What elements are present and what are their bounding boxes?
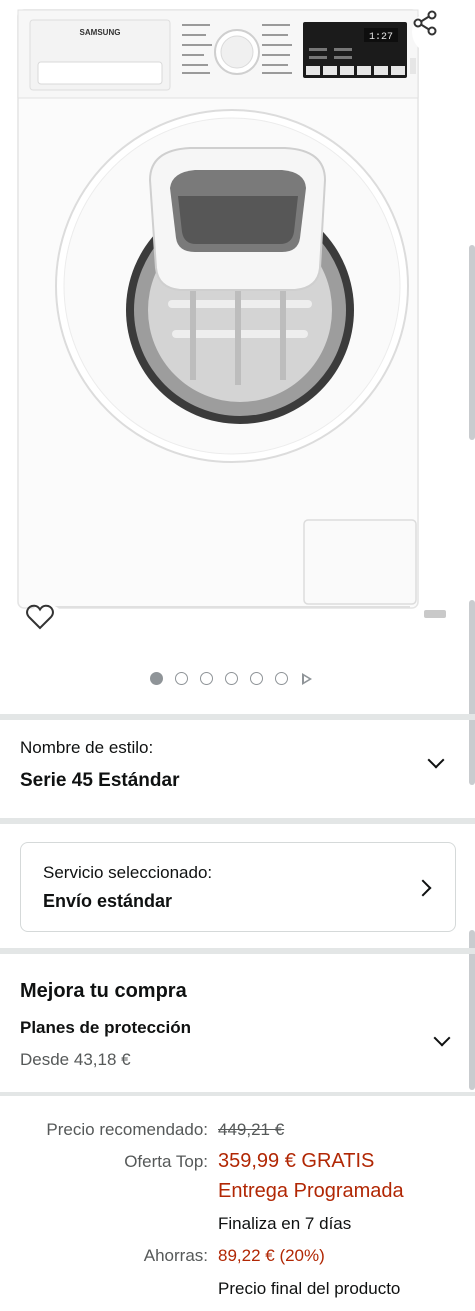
protection-plans-row[interactable]: Planes de protección Desde 43,18 € [20, 1018, 460, 1078]
scroll-indicator [469, 600, 475, 785]
selected-service-card[interactable]: Servicio seleccionado: Envío estándar [20, 842, 456, 932]
svg-text:1:27: 1:27 [369, 32, 393, 43]
video-play-icon[interactable] [302, 672, 312, 685]
style-label: Nombre de estilo: [20, 738, 154, 757]
savings-value: 89,22 € (20%) [218, 1246, 325, 1265]
chevron-right-icon [414, 879, 432, 897]
style-value: Serie 45 Estándar [20, 770, 180, 791]
svg-text:SAMSUNG: SAMSUNG [80, 28, 121, 37]
service-value: Envío estándar [43, 891, 173, 911]
scroll-indicator [469, 930, 475, 1090]
section-divider [0, 948, 475, 954]
service-label: Servicio seleccionado: [43, 863, 213, 882]
washing-machine-image: SAMSUNG 1:27 [17, 9, 446, 618]
wishlist-button[interactable] [26, 604, 66, 644]
product-image-carousel[interactable]: SAMSUNG 1:27 [0, 0, 475, 705]
carousel-dot[interactable] [175, 672, 188, 685]
protection-plans-title: Planes de protección [20, 1018, 191, 1037]
section-divider [0, 714, 475, 720]
savings-label: Ahorras: [143, 1246, 208, 1265]
section-divider [0, 1092, 475, 1096]
carousel-indicator [150, 672, 312, 685]
carousel-dot[interactable] [275, 672, 288, 685]
upgrade-heading: Mejora tu compra [20, 980, 187, 1002]
section-divider [0, 818, 475, 824]
style-selector[interactable]: Nombre de estilo: Serie 45 Estándar [20, 738, 460, 800]
offer-ends: Finaliza en 7 días [218, 1214, 352, 1233]
share-button[interactable] [412, 10, 456, 54]
upgrade-section: Mejora tu compra [20, 980, 460, 1003]
final-price-note: Precio final del producto [218, 1279, 401, 1298]
carousel-dot[interactable] [150, 672, 163, 685]
carousel-dot[interactable] [250, 672, 263, 685]
carousel-dot[interactable] [200, 672, 213, 685]
protection-plans-price: Desde 43,18 € [20, 1050, 131, 1069]
recommended-price-value: 449,21 € [218, 1120, 285, 1139]
share-icon [413, 10, 437, 36]
recommended-price-label: Precio recomendado: [46, 1120, 208, 1139]
heart-icon [26, 604, 54, 630]
scroll-indicator [469, 245, 475, 440]
offer-delivery: Entrega Programada [218, 1180, 404, 1202]
offer-label: Oferta Top: [124, 1152, 208, 1171]
carousel-dot[interactable] [225, 672, 238, 685]
offer-price: 359,99 € GRATIS [218, 1150, 375, 1172]
